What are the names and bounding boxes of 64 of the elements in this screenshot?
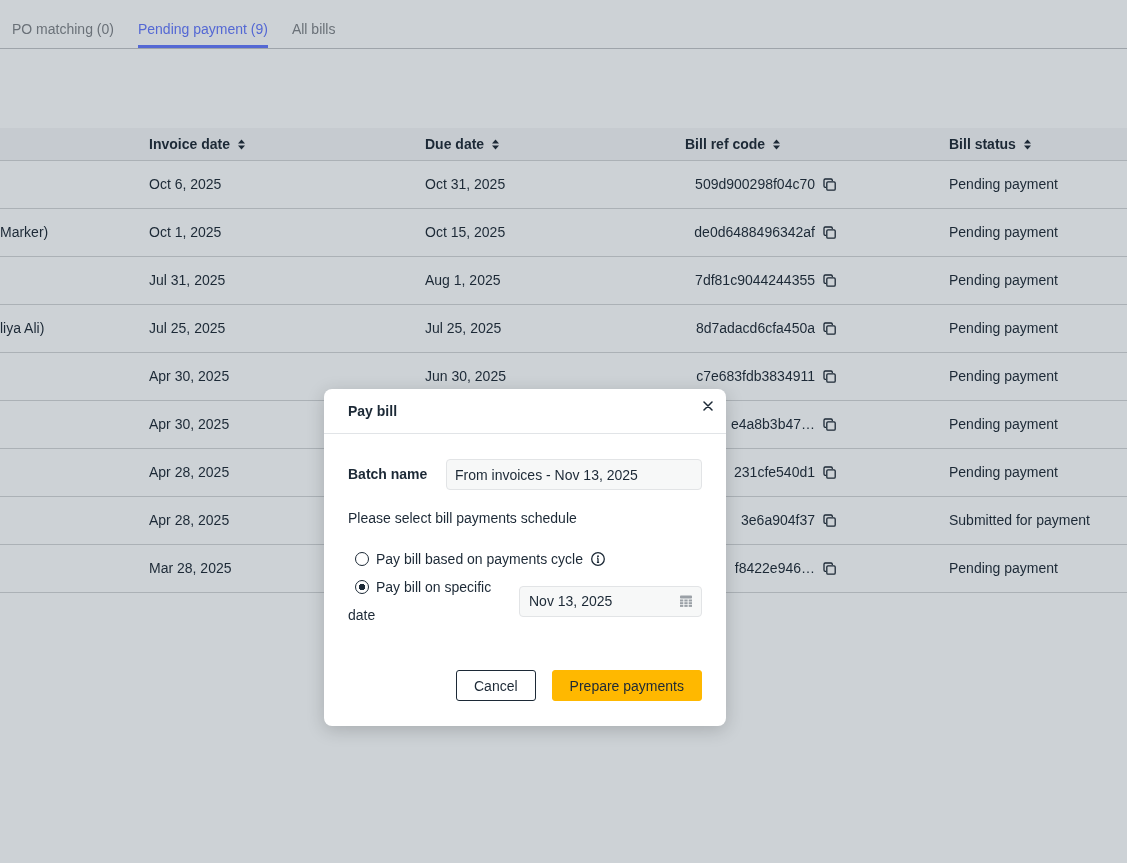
table-cell: c7e683fdb3834911 [696, 368, 815, 384]
date-field[interactable]: Nov 13, 2025 [519, 585, 702, 617]
table-cell: 8d7adacd6cfa450a [695, 320, 815, 336]
table-cell: Oct 15, 2025 [425, 224, 506, 240]
sort-icon [773, 138, 781, 150]
table-cell: Oct 1, 2025 [149, 224, 222, 240]
table-cell: liya Ali) [0, 320, 45, 336]
column-header[interactable]: Bill status [949, 135, 1031, 153]
table-cell: Submitted for payment [949, 512, 1090, 528]
close-icon [703, 401, 713, 411]
table-cell: Jul 25, 2025 [149, 320, 226, 336]
prompt-text: Please select bill payments schedule [348, 510, 578, 527]
table-cell: 3e6a904f37 [741, 512, 815, 528]
table-cell: 231cfe540d1 [734, 464, 815, 480]
dialog-title: Pay bill [348, 402, 398, 420]
table-cell: Pending payment [949, 560, 1058, 576]
copy-icon[interactable] [823, 370, 836, 383]
copy-icon[interactable] [823, 322, 836, 335]
table-cell: Apr 30, 2025 [149, 368, 230, 384]
column-header[interactable]: Invoice date [149, 135, 245, 153]
table-cell: Jul 31, 2025 [149, 272, 226, 288]
sort-icon [1023, 138, 1031, 150]
field-label: Batch name [348, 466, 429, 483]
table-cell: Aug 1, 2025 [425, 272, 501, 288]
sort-icon [237, 138, 245, 150]
table-cell: Apr 30, 2025 [149, 416, 230, 432]
prepare-payments-button[interactable]: Prepare payments [551, 670, 702, 701]
info-icon[interactable] [591, 552, 605, 566]
table-cell: Oct 31, 2025 [425, 176, 506, 192]
copy-icon[interactable] [823, 466, 836, 479]
copy-icon[interactable] [823, 274, 836, 287]
table-cell: f8422e946… [734, 560, 815, 576]
table-cell: Marker) [0, 224, 49, 240]
table-cell: 509d900298f04c70 [695, 176, 815, 192]
table-cell: de0d6488496342af [694, 224, 815, 240]
column-header[interactable]: Bill ref code [685, 135, 781, 153]
table-cell: Pending payment [949, 464, 1058, 480]
cancel-button[interactable]: Cancel [456, 670, 536, 701]
sort-icon [492, 138, 500, 150]
copy-icon[interactable] [823, 418, 836, 431]
radio-label[interactable]: Pay bill based on payments cycle [376, 545, 583, 573]
radio-button[interactable] [355, 580, 369, 594]
table-cell: Jun 30, 2025 [425, 368, 506, 384]
close-button[interactable] [703, 401, 713, 411]
table-cell: Pending payment [949, 272, 1058, 288]
table-cell: Oct 6, 2025 [149, 176, 222, 192]
table-cell: Pending payment [949, 320, 1058, 336]
copy-icon[interactable] [823, 226, 836, 239]
copy-icon[interactable] [823, 514, 836, 527]
table-cell: Pending payment [949, 416, 1058, 432]
column-header[interactable]: Due date [425, 135, 500, 153]
table-cell: Apr 28, 2025 [149, 512, 230, 528]
table-cell: Mar 28, 2025 [149, 560, 232, 576]
table-cell: 7df81c9044244355 [695, 272, 815, 288]
table-cell: Pending payment [949, 368, 1058, 384]
table-cell: Pending payment [949, 176, 1058, 192]
table-cell: Jul 25, 2025 [425, 320, 502, 336]
table-cell: e4a8b3b47… [730, 416, 815, 432]
copy-icon[interactable] [823, 562, 836, 575]
radio-label[interactable]: Pay bill on specific date [348, 573, 505, 629]
copy-icon[interactable] [823, 178, 836, 191]
table-cell: Pending payment [949, 224, 1058, 240]
batch-name-field[interactable]: From invoices - Nov 13, 2025 [446, 459, 702, 490]
table-cell: Apr 28, 2025 [149, 464, 230, 480]
